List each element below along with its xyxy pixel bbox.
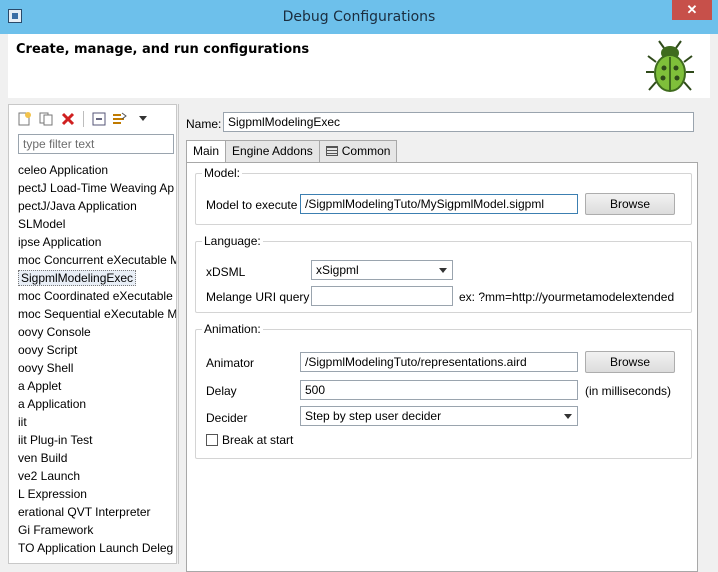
configuration-sidebar: type filter text celeo Application pectJ… <box>8 104 177 564</box>
delay-label: Delay <box>206 384 237 398</box>
new-configuration-icon[interactable] <box>15 110 33 128</box>
tab-common[interactable]: Common <box>318 140 398 162</box>
tab-engine-addons[interactable]: Engine Addons <box>225 140 320 162</box>
filter-icon[interactable] <box>112 110 130 128</box>
tree-item[interactable]: L Expression <box>18 485 176 503</box>
dialog-subtitle: Create, manage, and run configurations <box>16 42 310 57</box>
language-group: Language: xDSML xSigpml Melange URI quer… <box>195 234 692 313</box>
toolbar-separator <box>83 111 84 127</box>
filter-input[interactable]: type filter text <box>18 134 174 154</box>
sidebar-toolbar <box>15 109 152 129</box>
tree-item[interactable]: iit <box>18 413 176 431</box>
break-at-start-checkbox[interactable] <box>206 434 218 446</box>
melange-hint: ex: ?mm=http://yourmetamodelextended <box>459 290 675 304</box>
tree-item[interactable]: moc Coordinated eXecutable <box>18 287 176 305</box>
collapse-all-icon[interactable] <box>90 110 108 128</box>
tree-item[interactable]: moc Concurrent eXecutable M <box>18 251 176 269</box>
tree-item[interactable]: pectJ Load-Time Weaving Ap <box>18 179 176 197</box>
decider-label: Decider <box>206 411 248 425</box>
tree-item[interactable]: moc Sequential eXecutable M <box>18 305 176 323</box>
bug-icon <box>646 40 694 97</box>
tree-item[interactable]: celeo Application <box>18 161 176 179</box>
table-icon <box>325 146 338 156</box>
tree-item[interactable]: iit Plug-in Test <box>18 431 176 449</box>
dialog-header: Create, manage, and run configurations <box>8 34 710 98</box>
animator-label: Animator <box>206 356 255 370</box>
animation-group: Animation: Animator /SigpmlModelingTuto/… <box>195 322 692 459</box>
tab-bar: Main Engine Addons Common <box>186 140 398 163</box>
decider-select[interactable]: Step by step user decider <box>300 406 578 426</box>
melange-input[interactable] <box>311 286 453 306</box>
tab-main[interactable]: Main <box>186 140 227 163</box>
tab-common-label: Common <box>341 144 391 158</box>
name-label: Name: <box>186 117 222 131</box>
tree-item[interactable]: oovy Script <box>18 341 176 359</box>
tree-item[interactable]: ven Build <box>18 449 176 467</box>
animation-group-title: Animation: <box>202 322 263 336</box>
title-bar: Debug Configurations ✕ <box>0 0 718 34</box>
model-group-title: Model: <box>202 166 243 180</box>
tree-item[interactable]: oovy Shell <box>18 359 176 377</box>
duplicate-icon[interactable] <box>37 110 55 128</box>
main-tab-content: Model: Model to execute /SigpmlModelingT… <box>186 162 698 572</box>
chevron-down-icon <box>439 268 447 273</box>
model-group: Model: Model to execute /SigpmlModelingT… <box>195 166 692 225</box>
tree-item[interactable]: erational QVT Interpreter <box>18 503 176 521</box>
break-at-start-label: Break at start <box>222 433 294 447</box>
tree-item[interactable]: a Application <box>18 395 176 413</box>
tree-item[interactable]: SLModel <box>18 215 176 233</box>
xdsml-select-value: xSigpml <box>316 263 359 277</box>
decider-select-value: Step by step user decider <box>305 409 442 423</box>
tree-item[interactable]: ve2 Launch <box>18 467 176 485</box>
tree-item-selected[interactable]: SigpmlModelingExec <box>18 269 176 287</box>
language-group-title: Language: <box>202 234 263 248</box>
tree-item[interactable]: TO Application Launch Deleg <box>18 539 176 557</box>
tree-item[interactable]: pectJ/Java Application <box>18 197 176 215</box>
animator-browse-button[interactable]: Browse <box>585 351 675 373</box>
window-title: Debug Configurations <box>282 9 436 25</box>
delete-icon[interactable] <box>59 110 77 128</box>
model-label: Model to execute <box>206 198 298 212</box>
tree-item[interactable]: oovy Console <box>18 323 176 341</box>
configuration-editor: Name: SigpmlModelingExec Main Engine Add… <box>178 104 710 572</box>
xdsml-label: xDSML <box>206 265 246 279</box>
delay-input[interactable]: 500 <box>300 380 578 400</box>
animator-input[interactable]: /SigpmlModelingTuto/representations.aird <box>300 352 578 372</box>
tree-item[interactable]: a Applet <box>18 377 176 395</box>
delay-hint: (in milliseconds) <box>585 384 672 398</box>
view-menu-icon[interactable] <box>134 110 152 128</box>
chevron-down-icon <box>564 414 572 419</box>
tree-item[interactable]: Gi Framework <box>18 521 176 539</box>
model-input[interactable]: /SigpmlModelingTuto/MySigpmlModel.sigpml <box>300 194 578 214</box>
tree-item[interactable]: ipse Application <box>18 233 176 251</box>
model-browse-button[interactable]: Browse <box>585 193 675 215</box>
close-button[interactable]: ✕ <box>672 0 712 20</box>
melange-label: Melange URI query <box>206 290 310 304</box>
name-input[interactable]: SigpmlModelingExec <box>223 112 694 132</box>
xdsml-select[interactable]: xSigpml <box>311 260 453 280</box>
configuration-tree: celeo Application pectJ Load-Time Weavin… <box>18 161 176 557</box>
